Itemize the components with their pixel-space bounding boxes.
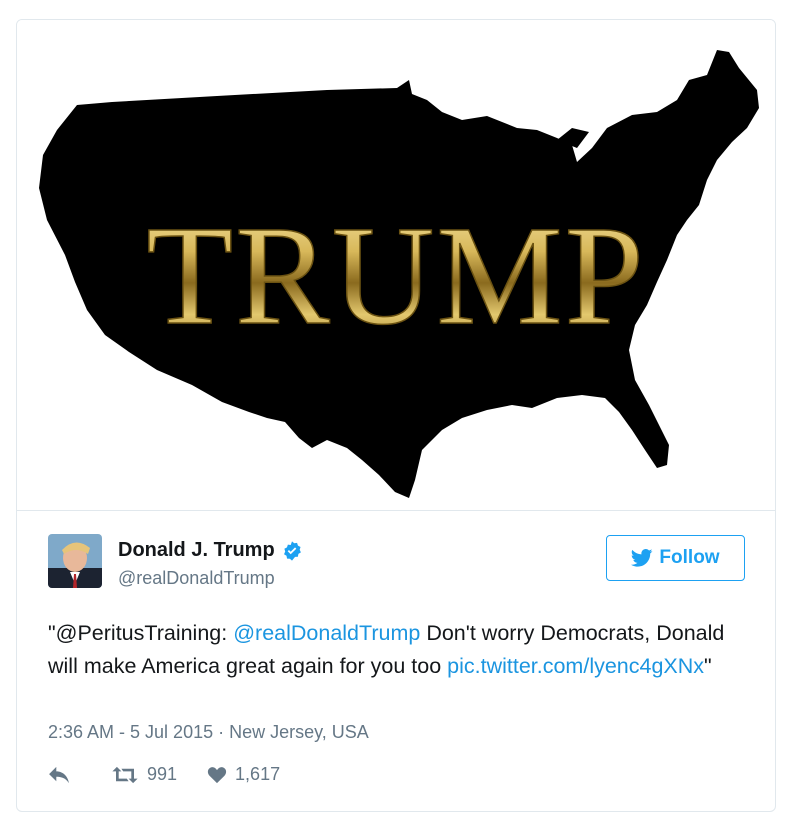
location[interactable]: New Jersey, USA [229, 722, 369, 742]
avatar[interactable] [48, 534, 102, 588]
tweet-card: TRUMP Donald J. Trump @realDonaldTrump F… [16, 19, 776, 812]
tweet-actions: 991 1,617 [48, 764, 280, 785]
map-overlay-text: TRUMP [146, 196, 645, 354]
retweet-count: 991 [147, 764, 178, 784]
divider [17, 510, 775, 511]
author-name-row[interactable]: Donald J. Trump [118, 539, 303, 562]
like-count: 1,617 [235, 764, 281, 784]
reply-icon [49, 766, 69, 783]
author-name[interactable]: Donald J. Trump [118, 539, 275, 562]
mention-link[interactable]: @realDonaldTrump [233, 621, 420, 645]
retweet-icon [112, 766, 138, 783]
tweet-text: "@PeritusTraining: @realDonaldTrump Don'… [48, 617, 748, 683]
like-button[interactable]: 1,617 [207, 764, 280, 785]
tweet-text-suffix: " [704, 654, 712, 678]
tweet-media-image[interactable]: TRUMP [17, 20, 775, 510]
twitter-bird-icon [631, 549, 653, 567]
tweet-text-prefix: "@PeritusTraining: [48, 621, 234, 645]
meta-separator: · [213, 722, 230, 742]
tweet-meta: 2:36 AM - 5 Jul 2015 · New Jersey, USA [48, 722, 369, 743]
reply-button[interactable] [48, 766, 78, 784]
usa-map-image: TRUMP [39, 50, 759, 498]
follow-label: Follow [659, 547, 720, 568]
verified-badge-icon [283, 540, 301, 561]
follow-button[interactable]: Follow [606, 535, 745, 581]
heart-icon [207, 766, 227, 783]
author-handle[interactable]: @realDonaldTrump [118, 568, 275, 589]
timestamp[interactable]: 2:36 AM - 5 Jul 2015 [48, 722, 213, 742]
retweet-button[interactable]: 991 [111, 764, 177, 785]
pic-link[interactable]: pic.twitter.com/lyenc4gXNx [447, 654, 704, 678]
